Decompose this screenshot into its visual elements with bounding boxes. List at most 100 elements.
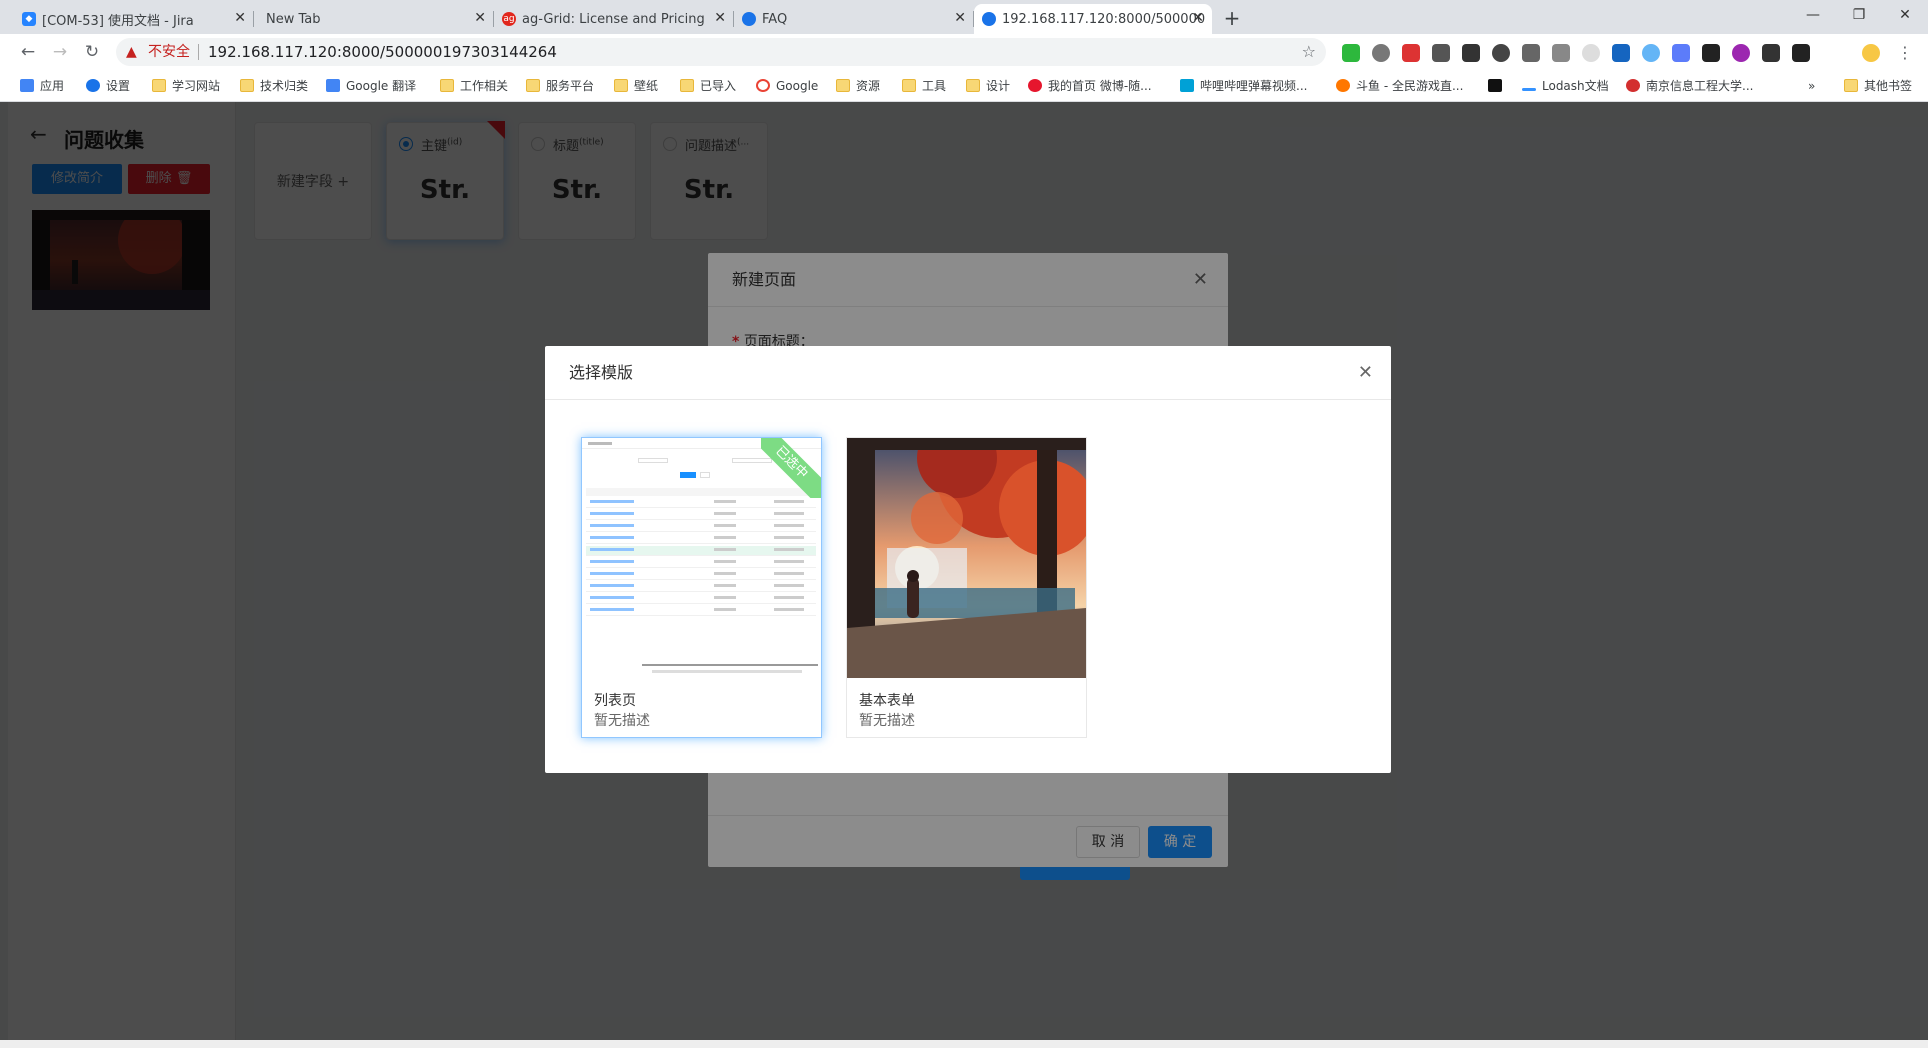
evernote-extension-icon[interactable] — [1342, 44, 1360, 62]
google-icon — [756, 79, 770, 92]
close-window-button[interactable]: ✕ — [1882, 0, 1928, 30]
bookmark-zhihu[interactable] — [1488, 70, 1508, 102]
divider — [198, 44, 199, 60]
new-tab-button[interactable]: + — [1218, 4, 1246, 32]
extension-icon[interactable] — [1582, 44, 1600, 62]
folder-icon — [1844, 79, 1858, 92]
weibo-icon — [1028, 79, 1042, 92]
folder-icon — [966, 79, 980, 92]
bookmark-google[interactable]: Google — [756, 70, 818, 102]
close-icon[interactable]: ✕ — [234, 10, 246, 26]
bookmark-apps[interactable]: 应用 — [20, 70, 64, 102]
bookmark-folder[interactable]: 工具 — [902, 70, 946, 102]
bookmark-folder[interactable]: 学习网站 — [152, 70, 220, 102]
template-thumbnail — [847, 438, 1086, 678]
forward-button[interactable]: → — [48, 40, 72, 64]
lodash-icon — [1522, 88, 1536, 91]
globe-icon — [982, 12, 996, 26]
camera-extension-icon[interactable] — [1672, 44, 1690, 62]
bookmark-folder[interactable]: 壁纸 — [614, 70, 658, 102]
close-icon[interactable]: ✕ — [1192, 10, 1204, 26]
bookmark-folder[interactable]: 资源 — [836, 70, 880, 102]
template-card-form[interactable]: 基本表单 暂无描述 — [846, 437, 1087, 738]
template-name: 基本表单 — [859, 693, 915, 709]
google-translate-icon — [326, 79, 340, 92]
bookmark-bilibili[interactable]: 哔哩哔哩弹幕视频... — [1180, 70, 1307, 102]
tab-title: 192.168.117.120:8000/500000 — [1002, 11, 1206, 27]
gear-icon — [86, 79, 100, 92]
extension-icon[interactable] — [1492, 44, 1510, 62]
reload-button[interactable]: ↻ — [80, 40, 104, 64]
recycle-extension-icon[interactable] — [1522, 44, 1540, 62]
dialog-title: 选择模版 — [545, 346, 1391, 400]
tab-title: ag-Grid: License and Pricing — [522, 11, 705, 27]
template-name: 列表页 — [594, 693, 636, 709]
selected-badge: 已选中 — [761, 438, 821, 498]
star-icon[interactable]: ☆ — [1302, 38, 1316, 66]
profile-avatar[interactable] — [1862, 44, 1880, 62]
extension-icon[interactable] — [1402, 44, 1420, 62]
url-text[interactable]: 192.168.117.120:8000/500000197303144264 — [208, 38, 557, 66]
address-bar[interactable]: ▲ 不安全 192.168.117.120:8000/5000001973031… — [116, 38, 1326, 66]
extension-icon[interactable] — [1762, 44, 1780, 62]
extension-icon[interactable] — [1642, 44, 1660, 62]
folder-icon — [526, 79, 540, 92]
bookmark-folder[interactable]: 服务平台 — [526, 70, 594, 102]
restore-button[interactable]: ❐ — [1836, 0, 1882, 30]
screenshot-extension-icon[interactable] — [1432, 44, 1450, 62]
apps-grid-icon — [20, 79, 34, 92]
zhihu-z-icon — [1488, 79, 1502, 92]
extension-icon[interactable] — [1732, 44, 1750, 62]
menu-kebab-icon[interactable]: ⋮ — [1896, 44, 1914, 62]
eyedropper-extension-icon[interactable] — [1552, 44, 1570, 62]
qr-code-extension-icon[interactable] — [1462, 44, 1480, 62]
bookmark-douyu[interactable]: 斗鱼 - 全民游戏直... — [1336, 70, 1463, 102]
bookmark-university[interactable]: 南京信息工程大学... — [1626, 70, 1753, 102]
browser-toolbar: ← → ↻ ▲ 不安全 192.168.117.120:8000/5000001… — [0, 34, 1928, 70]
tab-title: [COM-53] 使用文档 - Jira — [42, 13, 194, 29]
close-icon[interactable]: ✕ — [474, 10, 486, 26]
bilibili-icon — [1180, 79, 1194, 92]
browser-tab-jira[interactable]: ◆ [COM-53] 使用文档 - Jira ✕ — [14, 4, 254, 34]
browser-tab-active[interactable]: 192.168.117.120:8000/500000 ✕ — [974, 4, 1212, 34]
insecure-label[interactable]: 不安全 — [148, 38, 190, 66]
bookmark-folder[interactable]: 设计 — [966, 70, 1010, 102]
close-icon[interactable]: ✕ — [714, 10, 726, 26]
folder-icon — [902, 79, 916, 92]
close-icon[interactable]: ✕ — [1358, 362, 1373, 383]
bookmark-weibo[interactable]: 我的首页 微博-随... — [1028, 70, 1152, 102]
template-card-list[interactable]: 已选中 列表页 暂无描述 — [581, 437, 822, 738]
bookmarks-overflow[interactable]: » — [1808, 70, 1815, 102]
university-icon — [1626, 79, 1640, 92]
status-bar — [0, 1040, 1928, 1048]
template-dialog: 选择模版 ✕ 已选中 列表页 暂无描述 基本表单 暂无描述 — [545, 346, 1391, 773]
bookmark-lodash[interactable]: Lodash文档 — [1522, 70, 1609, 102]
folder-icon — [836, 79, 850, 92]
browser-tab-ag-grid[interactable]: ag ag-Grid: License and Pricing ✕ — [494, 4, 734, 34]
bookmark-folder[interactable]: 技术归类 — [240, 70, 308, 102]
folder-icon — [680, 79, 694, 92]
bookmark-google-translate[interactable]: Google 翻译 — [326, 70, 416, 102]
bookmark-folder[interactable]: 已导入 — [680, 70, 736, 102]
template-thumbnail: 已选中 — [582, 438, 821, 678]
minimize-button[interactable]: — — [1790, 0, 1836, 30]
douyu-icon — [1336, 79, 1350, 92]
tab-title: New Tab — [266, 11, 321, 27]
browser-tab-faq[interactable]: FAQ ✕ — [734, 4, 974, 34]
folder-icon — [614, 79, 628, 92]
folder-icon — [240, 79, 254, 92]
vue-extension-icon[interactable] — [1612, 44, 1630, 62]
extension-icon[interactable] — [1372, 44, 1390, 62]
tab-title: FAQ — [762, 11, 788, 27]
video-extension-icon[interactable] — [1792, 44, 1810, 62]
close-icon[interactable]: ✕ — [954, 10, 966, 26]
bookmark-other[interactable]: 其他书签 — [1844, 70, 1912, 102]
bookmark-folder[interactable]: 工作相关 — [440, 70, 508, 102]
bookmark-settings[interactable]: 设置 — [86, 70, 130, 102]
extension-icon[interactable] — [1702, 44, 1720, 62]
template-description: 暂无描述 — [859, 713, 915, 729]
browser-tab-newtab[interactable]: New Tab ✕ — [254, 4, 494, 34]
back-button[interactable]: ← — [16, 40, 40, 64]
folder-icon — [152, 79, 166, 92]
template-description: 暂无描述 — [594, 713, 650, 729]
